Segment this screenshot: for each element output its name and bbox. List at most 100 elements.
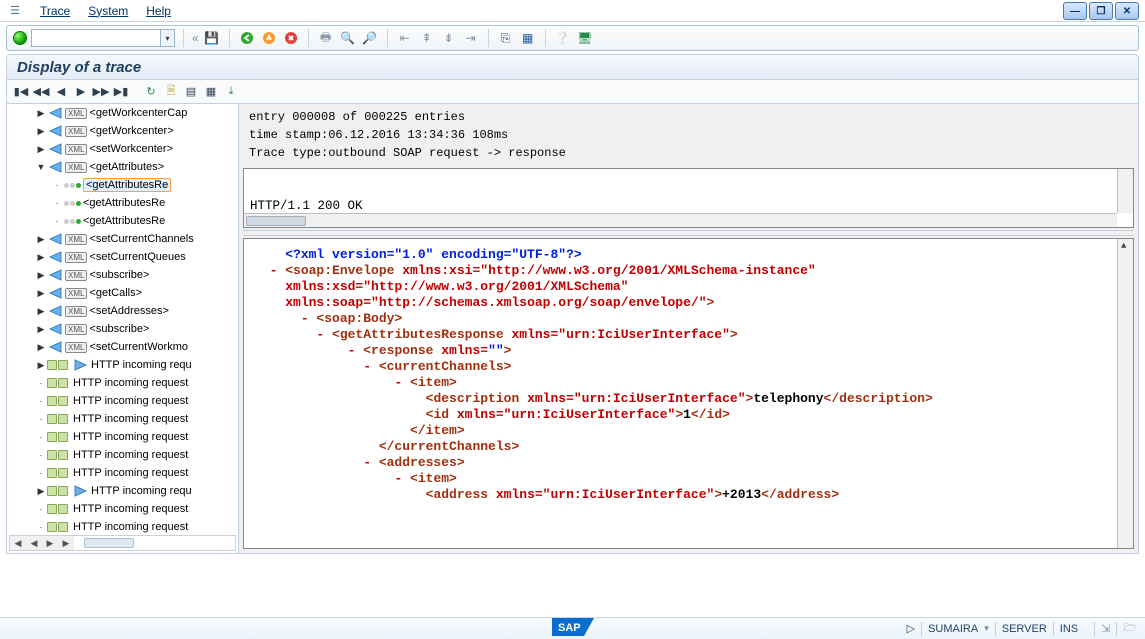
xml-vscrollbar[interactable] [1117, 239, 1133, 548]
status-ins: INS [1060, 623, 1078, 635]
page-up-icon[interactable]: ⇞ [418, 29, 436, 47]
tree-toggle-icon[interactable]: · [37, 523, 45, 531]
table-icon[interactable]: ▦ [203, 84, 219, 100]
http-hscrollbar[interactable] [244, 213, 1117, 227]
splitter-icon[interactable] [243, 230, 1134, 236]
tree-row[interactable]: ▶HTTP incoming requ [7, 356, 238, 374]
gui-icon[interactable]: 🖥 [576, 29, 594, 47]
close-button[interactable]: ✕ [1115, 2, 1139, 20]
tree-toggle-icon[interactable]: ▶ [37, 343, 45, 351]
tree-toggle-icon[interactable]: ▶ [37, 289, 45, 297]
restore-button[interactable]: ❐ [1089, 2, 1113, 20]
tree-toggle-icon[interactable]: ▶ [37, 127, 45, 135]
tree-toggle-icon[interactable]: · [37, 415, 45, 423]
new-session-icon[interactable]: ⎘ [497, 29, 515, 47]
tree-row[interactable]: ·HTTP incoming request [7, 410, 238, 428]
tree-toggle-icon[interactable]: ▶ [37, 253, 45, 261]
tree-toggle-icon[interactable]: ▶ [37, 361, 45, 369]
tree-toggle-icon[interactable]: · [37, 505, 45, 513]
tree-row[interactable]: ·HTTP incoming request [7, 500, 238, 518]
fast-next-icon[interactable]: ▶▶ [93, 84, 109, 100]
back-chevron[interactable]: « [192, 31, 199, 45]
tree-toggle-icon[interactable]: · [37, 379, 45, 387]
nav-exit-icon[interactable] [260, 29, 278, 47]
status-play-icon[interactable]: ▷ [907, 622, 915, 635]
minimize-button[interactable]: — [1063, 2, 1087, 20]
command-field-dropdown[interactable]: ▾ [161, 29, 175, 47]
fast-prev-icon[interactable]: ◀◀ [33, 84, 49, 100]
tree-toggle-icon[interactable]: · [37, 469, 45, 477]
scroll-right2-icon[interactable]: ▶ [58, 536, 74, 550]
nav-cancel-icon[interactable] [282, 29, 300, 47]
last-record-icon[interactable]: ▶▮ [113, 84, 129, 100]
save-icon[interactable]: 💾 [203, 29, 221, 47]
scroll-left-icon[interactable]: ◀ [10, 536, 26, 550]
tree-row[interactable]: ▶XML<getCalls> [7, 284, 238, 302]
tree-row[interactable]: ·HTTP incoming request [7, 464, 238, 482]
tree-row[interactable]: ▼XML<getAttributes> [7, 158, 238, 176]
tree-row[interactable]: ·<getAttributesRe [7, 194, 238, 212]
menu-help[interactable]: Help [146, 4, 171, 18]
tree-row[interactable]: ·HTTP incoming request [7, 392, 238, 410]
tree-toggle-icon[interactable]: ▶ [37, 271, 45, 279]
tree-label: <getWorkcenter> [89, 125, 173, 137]
list-icon[interactable]: ▤ [183, 84, 199, 100]
tree-toggle-icon[interactable]: ▶ [37, 325, 45, 333]
dropdown-icon[interactable]: ▾ [984, 623, 989, 634]
tree-toggle-icon[interactable]: · [37, 451, 45, 459]
tree-row[interactable]: ▶XML<getWorkcenterCap [7, 104, 238, 122]
help-icon[interactable]: ❔ [554, 29, 572, 47]
info-entry: entry 000008 of 000225 entries [249, 108, 1128, 126]
tree-toggle-icon[interactable]: · [53, 181, 61, 189]
tree-row[interactable]: ▶HTTP incoming requ [7, 482, 238, 500]
status-icon-2[interactable]: 🗁 [1123, 619, 1137, 638]
doc-icon[interactable]: 🗎 [163, 84, 179, 100]
menu-trace[interactable]: Trace [40, 4, 70, 18]
tree-toggle-icon[interactable]: · [37, 433, 45, 441]
find-icon[interactable]: 🔍 [339, 29, 357, 47]
tree-row[interactable]: ·HTTP incoming request [7, 428, 238, 446]
tree-row[interactable]: ·HTTP incoming request [7, 446, 238, 464]
tree-row[interactable]: ▶XML<setCurrentWorkmo [7, 338, 238, 356]
tree-hscrollbar[interactable]: ◀ ◀ ▶ ▶ [9, 535, 236, 551]
tree-toggle-icon[interactable]: · [37, 397, 45, 405]
tree-toggle-icon[interactable]: ▶ [37, 487, 45, 495]
tree-row[interactable]: ·<getAttributesRe [7, 212, 238, 230]
tree-toggle-icon[interactable]: · [53, 217, 61, 225]
page-last-icon[interactable]: ⇥ [462, 29, 480, 47]
tree-row[interactable]: ·HTTP incoming request [7, 374, 238, 392]
tree-row[interactable]: ▶XML<subscribe> [7, 320, 238, 338]
tree-row[interactable]: ▶XML<setCurrentChannels [7, 230, 238, 248]
refresh-icon[interactable]: ↻ [143, 84, 159, 100]
first-record-icon[interactable]: ▮◀ [13, 84, 29, 100]
tree-toggle-icon[interactable]: ▶ [37, 235, 45, 243]
page-down-icon[interactable]: ⇟ [440, 29, 458, 47]
http-vscrollbar[interactable] [1117, 169, 1133, 213]
find-next-icon[interactable]: 🔎 [361, 29, 379, 47]
scroll-right-icon[interactable]: ▶ [42, 536, 58, 550]
tree-row[interactable]: ▶XML<setAddresses> [7, 302, 238, 320]
tree-toggle-icon[interactable]: ▼ [37, 163, 45, 171]
tree-toggle-icon[interactable]: ▶ [37, 109, 45, 117]
tree-row[interactable]: ·<getAttributesRe [7, 176, 238, 194]
tree-toggle-icon[interactable]: ▶ [37, 307, 45, 315]
command-field[interactable] [31, 29, 161, 47]
tree-row[interactable]: ▶XML<subscribe> [7, 266, 238, 284]
tree-row[interactable]: ▶XML<setCurrentQueues [7, 248, 238, 266]
tree-toggle-icon[interactable]: · [53, 199, 61, 207]
page-first-icon[interactable]: ⇤ [396, 29, 414, 47]
scroll-left2-icon[interactable]: ◀ [26, 536, 42, 550]
print-icon[interactable]: 🖶 [317, 29, 335, 47]
nav-back-icon[interactable] [238, 29, 256, 47]
tree-row[interactable]: ▶XML<getWorkcenter> [7, 122, 238, 140]
menu-system[interactable]: System [88, 4, 128, 18]
tree-row[interactable]: ·HTTP incoming request [7, 518, 238, 533]
layout-icon[interactable]: ▦ [519, 29, 537, 47]
status-icon-1[interactable]: ⇲ [1101, 622, 1110, 635]
next-icon[interactable]: ▶ [73, 84, 89, 100]
export-icon[interactable]: ⤓ [223, 84, 239, 100]
trace-tree[interactable]: ▶XML<getWorkcenterCap▶XML<getWorkcenter>… [7, 104, 239, 553]
prev-icon[interactable]: ◀ [53, 84, 69, 100]
tree-toggle-icon[interactable]: ▶ [37, 145, 45, 153]
tree-row[interactable]: ▶XML<setWorkcenter> [7, 140, 238, 158]
